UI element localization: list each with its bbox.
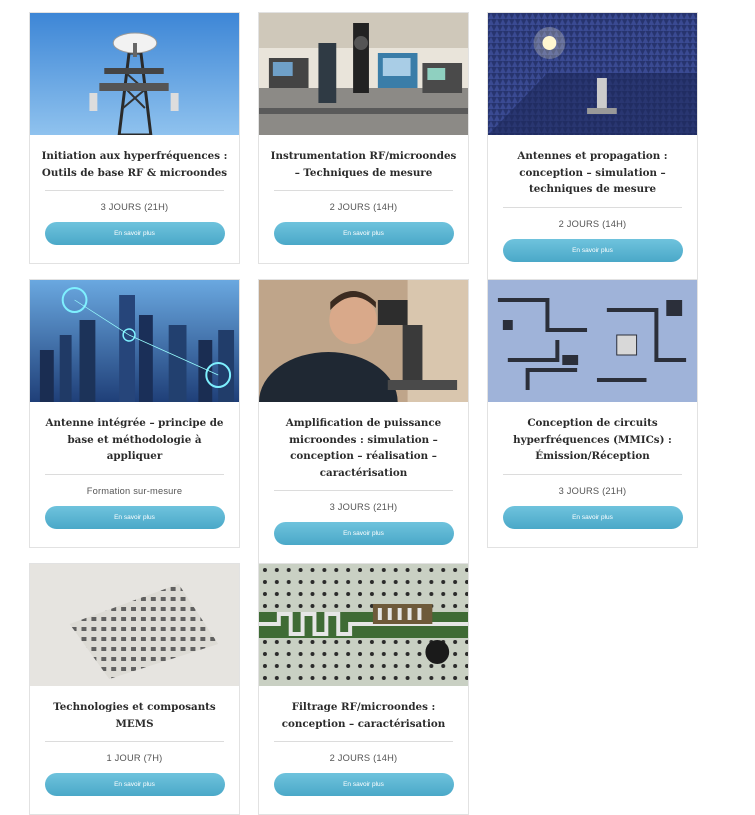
anechoic-chamber-image[interactable] <box>488 13 697 135</box>
course-duration: 3 JOURS (21H) <box>329 502 398 512</box>
divider <box>45 190 224 191</box>
course-duration: 2 JOURS (14H) <box>558 218 627 229</box>
course-title: Initiation aux hyperfréquences : Outils … <box>41 150 228 179</box>
divider <box>274 190 453 191</box>
course-card[interactable]: Filtrage RF/microondes : conception – ca… <box>258 563 469 815</box>
divider <box>45 473 224 475</box>
learn-more-button[interactable]: En savoir plus <box>502 505 683 529</box>
divider <box>274 741 453 742</box>
course-card[interactable]: Antenne intégrée – principe de base et m… <box>29 279 240 548</box>
course-title: Antenne intégrée – principe de base et m… <box>45 417 224 462</box>
divider <box>45 741 224 742</box>
learn-more-button[interactable]: En savoir plus <box>44 505 225 529</box>
course-card[interactable]: Initiation aux hyperfréquences : Outils … <box>29 12 240 264</box>
course-title: Antennes et propagation : conception – s… <box>517 150 668 195</box>
course-card[interactable]: Amplification de puissance microondes : … <box>258 279 469 564</box>
learn-more-button[interactable]: En savoir plus <box>273 773 454 796</box>
course-title: Amplification de puissance microondes : … <box>285 417 442 479</box>
rf-filter-pcb-image[interactable] <box>259 564 468 686</box>
course-duration: 3 JOURS (21H) <box>558 485 627 496</box>
smart-city-network-image[interactable] <box>30 280 239 402</box>
course-title: Filtrage RF/microondes : conception – ca… <box>281 701 446 730</box>
divider <box>503 206 682 208</box>
course-card[interactable]: Technologies et composants MEMS 1 JOUR (… <box>29 563 240 815</box>
course-title: Conception de circuits hyperfréquences (… <box>513 417 672 462</box>
divider <box>274 490 453 491</box>
course-card[interactable]: Conception de circuits hyperfréquences (… <box>487 279 698 548</box>
learn-more-button[interactable]: En savoir plus <box>273 522 454 545</box>
mmic-circuit-image[interactable] <box>488 280 697 402</box>
course-duration: 2 JOURS (14H) <box>329 753 398 763</box>
course-card[interactable]: Instrumentation RF/microondes – Techniqu… <box>258 12 469 264</box>
divider <box>503 473 682 475</box>
course-title: Instrumentation RF/microondes – Techniqu… <box>270 150 457 179</box>
learn-more-button[interactable]: En savoir plus <box>502 238 683 262</box>
course-duration: 1 JOUR (7H) <box>106 753 163 763</box>
course-duration: Formation sur-mesure <box>86 485 183 496</box>
telecom-tower-image[interactable] <box>30 13 239 135</box>
learn-more-button[interactable]: En savoir plus <box>44 222 225 245</box>
course-card[interactable]: Antennes et propagation : conception – s… <box>487 12 698 281</box>
course-duration: 3 JOURS (21H) <box>100 202 169 212</box>
rf-lab-instrumentation-image[interactable] <box>259 13 468 135</box>
course-title: Technologies et composants MEMS <box>53 701 216 730</box>
learn-more-button[interactable]: En savoir plus <box>44 773 225 796</box>
course-duration: 2 JOURS (14H) <box>329 202 398 212</box>
mems-chip-array-image[interactable] <box>30 564 239 686</box>
learn-more-button[interactable]: En savoir plus <box>273 222 454 245</box>
engineer-microscope-image[interactable] <box>259 280 468 402</box>
